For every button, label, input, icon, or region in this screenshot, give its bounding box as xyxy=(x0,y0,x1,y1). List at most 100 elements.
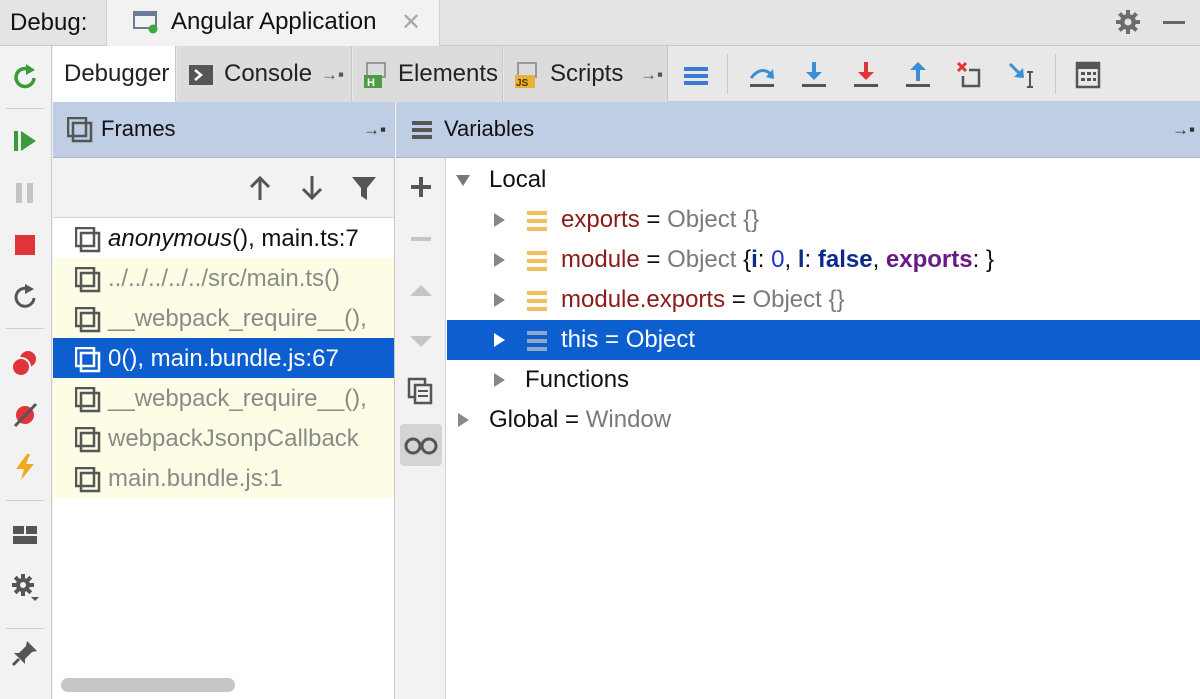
frame-text: 0(), main.bundle.js:67 xyxy=(108,345,339,372)
collapsed-arrow-icon[interactable] xyxy=(491,252,507,268)
collapsed-arrow-icon[interactable] xyxy=(491,332,507,348)
horizontal-scrollbar[interactable] xyxy=(61,678,235,692)
pin-tab-icon[interactable] xyxy=(10,638,40,668)
frame-row[interactable]: webpackJsonpCallback xyxy=(53,418,394,458)
up-arrow-icon[interactable] xyxy=(246,174,274,202)
expanded-arrow-icon[interactable] xyxy=(455,172,471,188)
down-arrow-icon[interactable] xyxy=(298,174,326,202)
console-icon xyxy=(189,65,213,85)
toolbar-separator xyxy=(6,500,44,501)
pin-icon[interactable]: →▪ xyxy=(363,120,386,140)
variable-name: module xyxy=(561,246,640,273)
collapsed-arrow-icon[interactable] xyxy=(491,372,507,388)
evaluate-expression-icon[interactable] xyxy=(1073,60,1103,90)
tab-scripts[interactable]: JS Scripts →▪ xyxy=(504,46,668,102)
frame-text: __webpack_require__(), xyxy=(108,305,367,332)
variable-row[interactable]: exports = Object {} xyxy=(447,200,1200,240)
tab-elements-label: Elements xyxy=(398,60,499,87)
variable-equals: = xyxy=(725,286,753,313)
prop-key-l: l xyxy=(797,246,805,273)
move-up-icon[interactable] xyxy=(406,276,436,306)
step-out-icon[interactable] xyxy=(903,60,933,90)
pin-icon[interactable]: →▪ xyxy=(1172,120,1195,140)
colon: : xyxy=(757,246,772,273)
layout-icon[interactable] xyxy=(10,520,40,550)
show-watches-glasses-icon[interactable] xyxy=(400,424,442,466)
scope-local-label: Local xyxy=(489,166,547,193)
comma: , xyxy=(784,246,798,273)
copy-icon[interactable] xyxy=(406,376,436,406)
variables-panel: Variables →▪ Local exports = Object {} m… xyxy=(396,102,1200,699)
drop-frame-icon[interactable] xyxy=(955,60,985,90)
svg-text:H: H xyxy=(367,77,375,88)
move-down-icon[interactable] xyxy=(406,326,436,356)
collapsed-arrow-icon[interactable] xyxy=(455,412,471,428)
brace-close: } xyxy=(985,246,994,273)
step-into-icon[interactable] xyxy=(799,60,829,90)
remove-watch-icon[interactable] xyxy=(406,224,436,254)
step-over-icon[interactable] xyxy=(747,60,777,90)
run-config-tab[interactable]: Angular Application ✕ xyxy=(106,0,440,46)
toolbar-separator xyxy=(6,328,44,329)
scope-global-value: Window xyxy=(585,406,672,433)
functions-label: Functions xyxy=(525,366,630,393)
frame-icon xyxy=(75,307,101,333)
html-file-icon: H xyxy=(364,62,386,88)
tab-elements[interactable]: H Elements xyxy=(353,46,503,102)
frame-row[interactable]: __webpack_require__(), xyxy=(53,298,394,338)
frame-icon xyxy=(75,227,101,253)
scope-local[interactable]: Local xyxy=(447,160,1200,200)
variable-row-selected[interactable]: this = Object xyxy=(447,320,1200,360)
frame-icon xyxy=(75,427,101,453)
frame-text: ../../../../../src/main.ts() xyxy=(108,265,341,292)
restart-frame-icon[interactable] xyxy=(10,282,40,312)
frame-row-selected[interactable]: 0(), main.bundle.js:67 xyxy=(53,338,394,378)
frame-row[interactable]: ../../../../../src/main.ts() xyxy=(53,258,394,298)
variable-row[interactable]: module.exports = Object {} xyxy=(447,280,1200,320)
tab-console-label: Console xyxy=(224,60,313,87)
resume-program-icon[interactable] xyxy=(10,126,40,156)
pin-icon[interactable]: →▪ xyxy=(640,65,663,85)
browser-run-icon xyxy=(133,11,158,34)
frame-row[interactable]: anonymous(), main.ts:7 xyxy=(53,218,394,258)
frame-location: (), main.ts:7 xyxy=(232,225,359,252)
variables-side-toolbar xyxy=(396,158,446,699)
variable-equals: = xyxy=(639,206,668,233)
scope-global[interactable]: Global = Window xyxy=(447,400,1200,440)
frames-panel: Frames →▪ anonymous(), main.ts:7 ../../.… xyxy=(53,102,395,699)
frame-text: __webpack_require__(), xyxy=(108,385,367,412)
rerun-icon[interactable] xyxy=(10,62,40,92)
minimize-icon[interactable] xyxy=(1163,21,1185,24)
field-icon xyxy=(527,331,547,351)
tab-console[interactable]: Console →▪ xyxy=(177,46,352,102)
variable-type: Object xyxy=(667,246,744,273)
functions-row[interactable]: Functions xyxy=(447,360,1200,400)
settings-dropdown-icon[interactable] xyxy=(10,572,40,602)
show-execution-point-icon[interactable] xyxy=(681,60,711,90)
frame-icon xyxy=(75,267,101,293)
field-icon xyxy=(527,211,547,231)
run-config-name: Angular Application xyxy=(171,8,377,35)
run-to-cursor-icon[interactable] xyxy=(1007,60,1037,90)
toolbar-separator xyxy=(727,54,728,94)
add-watch-icon[interactable] xyxy=(406,172,436,202)
frame-row[interactable]: main.bundle.js:1 xyxy=(53,458,394,498)
field-icon xyxy=(527,251,547,271)
close-tab-icon[interactable]: ✕ xyxy=(401,8,421,37)
collapsed-arrow-icon[interactable] xyxy=(491,212,507,228)
pin-icon[interactable]: →▪ xyxy=(321,65,344,85)
tab-debugger[interactable]: Debugger xyxy=(53,46,176,102)
settings-gear-icon[interactable] xyxy=(1114,8,1142,36)
variable-row[interactable]: module = Object {i: 0, l: false, exports… xyxy=(447,240,1200,280)
variable-equals: = xyxy=(639,246,668,273)
force-step-into-icon[interactable] xyxy=(851,60,881,90)
filter-icon[interactable] xyxy=(350,174,378,202)
exception-breakpoint-icon[interactable] xyxy=(10,452,40,482)
mute-breakpoints-icon[interactable] xyxy=(10,400,40,430)
collapsed-arrow-icon[interactable] xyxy=(491,292,507,308)
stop-icon[interactable] xyxy=(10,230,40,260)
view-breakpoints-icon[interactable] xyxy=(10,348,40,378)
prop-value-l: false xyxy=(817,246,873,273)
pause-program-icon[interactable] xyxy=(10,178,40,208)
frame-row[interactable]: __webpack_require__(), xyxy=(53,378,394,418)
